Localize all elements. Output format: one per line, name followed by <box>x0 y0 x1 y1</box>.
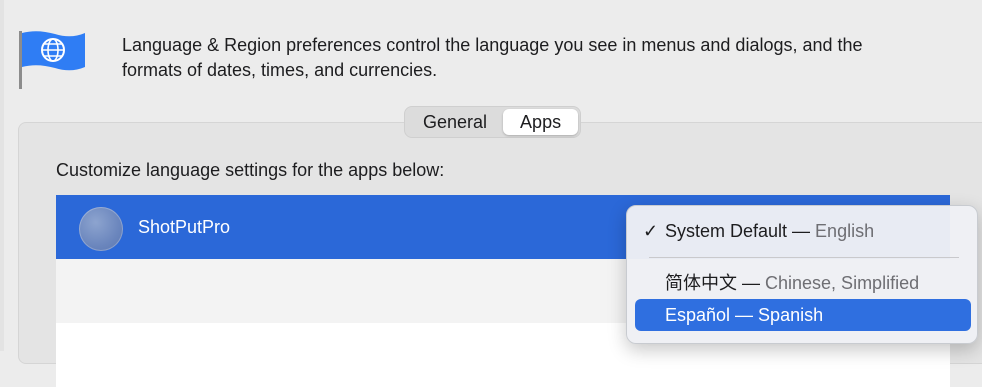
shotputpro-app-icon <box>79 207 123 251</box>
tab-segmented-control: General Apps <box>404 106 582 138</box>
apps-section-label: Customize language settings for the apps… <box>56 160 445 180</box>
preferences-description: Language & Region preferences control th… <box>122 33 982 83</box>
menu-item-sub: Chinese, Simplified <box>765 273 920 293</box>
menu-separator <box>649 257 959 258</box>
app-name: ShotPutPro <box>138 217 231 237</box>
language-popup-menu: ✓ System Default — English 简体中文 — Chines… <box>626 205 978 344</box>
menu-item-main: Español — Spanish <box>665 305 824 325</box>
tab-general[interactable]: General <box>407 109 503 135</box>
description-line-2: formats of dates, times, and currencies. <box>122 60 438 80</box>
description-line-1: Language & Region preferences control th… <box>122 35 863 55</box>
language-region-flag-icon <box>19 31 85 89</box>
menu-item-main: System Default — <box>665 221 816 241</box>
menu-item-system-default[interactable]: ✓ System Default — English <box>635 215 971 247</box>
menu-item-chinese-simplified[interactable]: 简体中文 — Chinese, Simplified <box>635 267 971 299</box>
menu-item-main: 简体中文 — <box>665 273 766 293</box>
checkmark-icon: ✓ <box>643 221 659 241</box>
tab-apps[interactable]: Apps <box>503 109 579 135</box>
menu-item-sub: English <box>815 221 875 241</box>
menu-item-spanish[interactable]: Español — Spanish <box>635 299 971 331</box>
window-left-edge <box>0 0 4 351</box>
